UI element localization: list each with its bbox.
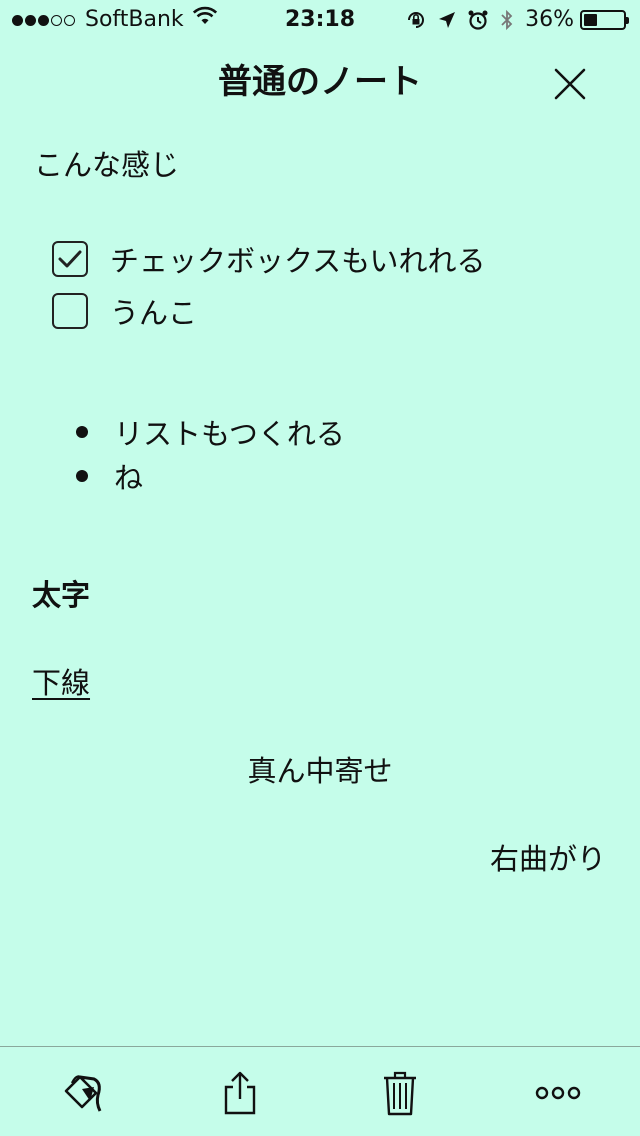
bold-text: 太字 (32, 578, 91, 612)
bullet-icon (76, 426, 88, 438)
list-item-label: リストもつくれる (114, 417, 345, 451)
checkbox-unchecked[interactable] (52, 293, 88, 329)
delete-button[interactable] (372, 1065, 428, 1121)
bluetooth-icon (499, 8, 515, 32)
status-right: 36% (395, 0, 629, 40)
paragraph-text: こんな感じ (34, 148, 180, 182)
rotation-lock-icon (405, 9, 427, 31)
title-bar: 普通のノート (0, 52, 640, 112)
checklist-item[interactable]: チェックボックスもいれれる (52, 234, 486, 284)
alarm-icon (467, 9, 489, 31)
note-screen: SoftBank 23:18 36% 普通のノート こんな感じ チェックボックス… (0, 0, 640, 1136)
checkbox-checked[interactable] (52, 241, 88, 277)
bottom-toolbar (0, 1046, 640, 1136)
close-icon (554, 68, 586, 100)
checklist-item[interactable]: うんこ (52, 286, 197, 336)
bullet-icon (76, 470, 88, 482)
more-button[interactable] (530, 1065, 586, 1121)
battery-percent: 36% (525, 7, 574, 32)
share-button[interactable] (212, 1065, 268, 1121)
location-arrow-icon (437, 10, 457, 30)
right-aligned-text: 右曲がり (489, 842, 606, 876)
list-item: ね (76, 454, 143, 498)
color-button[interactable] (54, 1065, 110, 1121)
trash-icon (384, 1071, 416, 1116)
checklist-label: うんこ (110, 296, 198, 330)
share-icon (224, 1071, 256, 1115)
list-item-label: ね (114, 461, 144, 495)
status-bar: SoftBank 23:18 36% (0, 0, 640, 40)
center-aligned-text: 真ん中寄せ (247, 754, 393, 788)
more-icon (535, 1086, 581, 1100)
list-item: リストもつくれる (76, 410, 345, 454)
close-button[interactable] (552, 66, 588, 102)
underline-text: 下線 (32, 666, 91, 700)
battery-icon (580, 10, 629, 30)
checkmark-icon (58, 250, 82, 268)
checklist-label: チェックボックスもいれれる (110, 244, 486, 278)
paint-bucket-icon (64, 1075, 102, 1112)
page-title: 普通のノート (218, 62, 422, 102)
